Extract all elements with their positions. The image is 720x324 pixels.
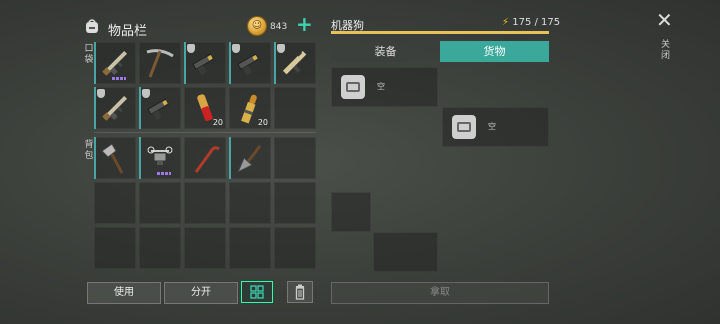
close-icon[interactable]: ✕ [656, 10, 673, 30]
cargo-slot-label: 空 [488, 122, 496, 131]
backpack-slot-empty[interactable] [94, 182, 136, 224]
backpack-label: 背包 [84, 140, 94, 161]
pocket-slot[interactable] [184, 42, 226, 84]
cargo-slot-empty[interactable] [331, 192, 371, 232]
sort-grid-button[interactable] [241, 281, 273, 303]
item-quantity: 20 [257, 118, 268, 127]
grid-icon [250, 285, 264, 299]
item-quantity: 20 [212, 118, 223, 127]
rarity-dots [112, 77, 126, 80]
backpack-slot[interactable] [94, 137, 136, 179]
backpack-slot[interactable] [229, 137, 271, 179]
cargo-slot-empty[interactable] [373, 232, 438, 272]
shovel-icon [237, 145, 262, 174]
hatchet-icon [101, 143, 124, 174]
cargo-slot[interactable]: 空 [331, 67, 438, 107]
backpack-slot-empty[interactable] [229, 182, 271, 224]
pocket-slot[interactable]: 20 [229, 87, 271, 129]
pocket-slot[interactable] [94, 87, 136, 129]
energy-value: 175 / 175 [512, 17, 561, 28]
backpack-slot-empty[interactable] [229, 227, 271, 269]
shield-icon [232, 44, 240, 53]
shield-icon [97, 89, 105, 98]
trash-icon [295, 284, 305, 300]
cargo-box-icon [341, 75, 365, 99]
cargo-slot[interactable]: 空 [442, 107, 549, 147]
backpack-icon [86, 19, 98, 33]
backpack-slot-empty[interactable] [94, 227, 136, 269]
close-label: 关闭 [661, 40, 671, 61]
backpack-slot-empty[interactable] [139, 227, 181, 269]
split-button[interactable]: 分开 [164, 282, 238, 304]
backpack-slot-empty[interactable] [274, 227, 316, 269]
crowbar-icon [194, 146, 220, 173]
pocket-slot[interactable]: 20 [184, 87, 226, 129]
pocket-slot[interactable] [139, 42, 181, 84]
energy-bar [331, 31, 549, 34]
backpack-slot[interactable] [139, 137, 181, 179]
shield-icon [277, 44, 285, 53]
backpack-grid [94, 137, 316, 269]
shield-icon [142, 89, 150, 98]
backpack-slot[interactable] [184, 137, 226, 179]
tab-equipment[interactable]: 装备 [331, 41, 440, 62]
add-coins-button[interactable]: + [296, 14, 313, 34]
pocket-label: 口袋 [84, 44, 94, 65]
drone-icon [147, 146, 173, 165]
tab-cargo[interactable]: 货物 [440, 41, 549, 62]
backpack-slot-empty[interactable] [274, 182, 316, 224]
rarity-dots [157, 172, 171, 175]
pocket-slot[interactable] [94, 42, 136, 84]
pocket-slot[interactable] [274, 42, 316, 84]
cargo-slot-label: 空 [377, 82, 385, 91]
inventory-title: 物品栏 [108, 24, 148, 39]
discard-button[interactable] [287, 281, 313, 303]
energy-readout: ⚡ 175 / 175 [502, 17, 560, 28]
pickaxe-icon [146, 49, 174, 78]
coin-icon: ☺ [248, 17, 266, 35]
coin-count: 843 [270, 22, 288, 32]
use-button[interactable]: 使用 [87, 282, 161, 304]
lightning-icon: ⚡ [502, 17, 510, 28]
shield-icon [187, 44, 195, 53]
backpack-slot-empty[interactable] [184, 227, 226, 269]
backpack-slot-empty[interactable] [139, 182, 181, 224]
pocket-slot[interactable] [229, 42, 271, 84]
rifle-icon [102, 50, 128, 76]
backpack-slot-empty[interactable] [184, 182, 226, 224]
pocket-slot-empty[interactable] [274, 87, 316, 129]
take-button[interactable]: 拿取 [331, 282, 549, 304]
backpack-slot-empty[interactable] [274, 137, 316, 179]
pocket-grid: 20 20 [94, 42, 316, 129]
cargo-box-icon [452, 115, 476, 139]
pocket-slot[interactable] [139, 87, 181, 129]
grid-divider [94, 132, 316, 133]
robot-dog-tabs: 装备 货物 [331, 41, 549, 62]
